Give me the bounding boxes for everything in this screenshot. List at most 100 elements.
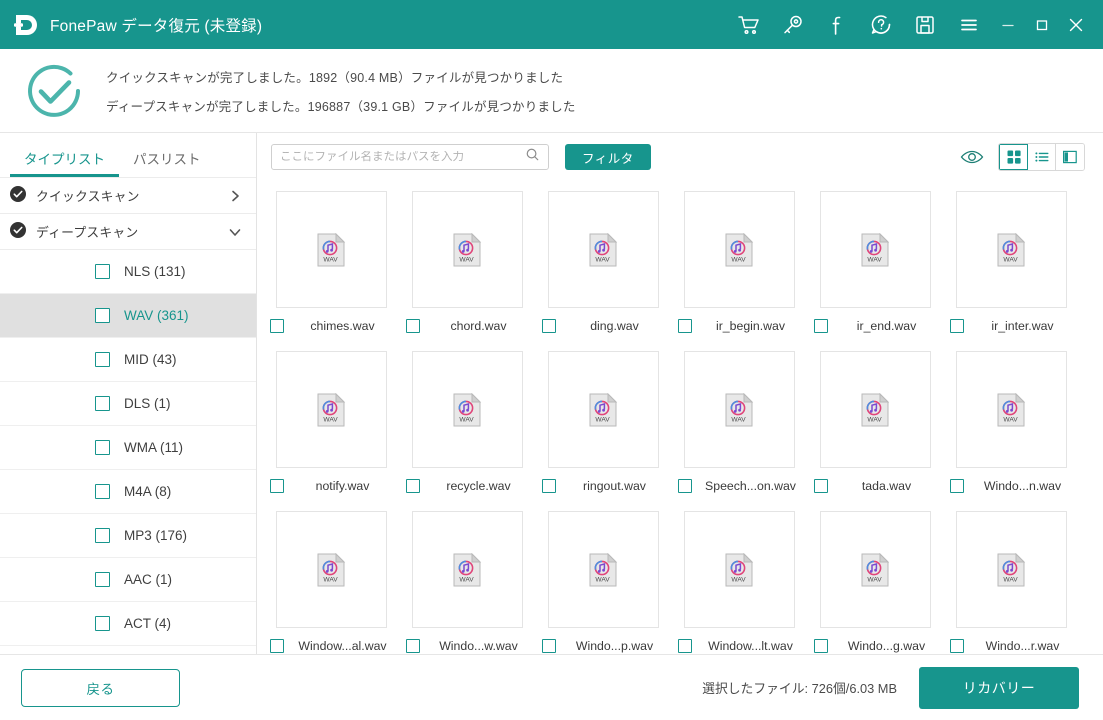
file-tile[interactable]: WAV Window...al.wav [263,505,399,654]
tab-path-list[interactable]: パスリスト [119,148,215,177]
cart-icon[interactable] [727,3,771,47]
file-checkbox[interactable] [542,479,556,493]
file-thumbnail[interactable]: WAV [955,351,1067,468]
file-tile[interactable]: WAV ringout.wav [535,345,671,505]
search-box[interactable] [271,144,549,170]
file-tile[interactable]: WAV Windo...g.wav [807,505,943,654]
file-checkbox[interactable] [406,639,420,653]
file-thumbnail[interactable]: WAV [819,351,931,468]
file-tile[interactable]: WAV chord.wav [399,185,535,345]
file-thumbnail[interactable]: WAV [819,191,931,308]
tab-type-list[interactable]: タイプリスト [10,148,119,177]
file-checkbox[interactable] [270,319,284,333]
sidebar-item-nls[interactable]: NLS (131) [0,250,256,294]
file-thumbnail[interactable]: WAV [275,351,387,468]
sidebar-item-deep-scan[interactable]: ディープスキャン [0,213,256,249]
sidebar-item-act[interactable]: ACT (4) [0,602,256,646]
detail-view-button[interactable] [1056,144,1084,170]
file-checkbox[interactable] [950,639,964,653]
file-checkbox[interactable] [270,479,284,493]
list-view-button[interactable] [1028,144,1056,170]
sidebar-item-dls[interactable]: DLS (1) [0,382,256,426]
maximize-button[interactable] [1025,3,1059,47]
grid-view-button[interactable] [999,144,1028,170]
file-thumbnail[interactable]: WAV [955,191,1067,308]
sidebar-item-m4a[interactable]: M4A (8) [0,470,256,514]
file-tile[interactable]: WAV Speech...on.wav [671,345,807,505]
chevron-down-icon[interactable] [228,225,242,239]
facebook-icon[interactable] [815,3,859,47]
checkbox[interactable] [95,572,110,587]
file-checkbox[interactable] [678,479,692,493]
checkbox[interactable] [95,352,110,367]
file-checkbox[interactable] [678,639,692,653]
file-name: chord.wav [450,319,507,333]
checkbox[interactable] [95,440,110,455]
file-thumbnail[interactable]: WAV [411,351,523,468]
sidebar-item-quick-scan[interactable]: クイックスキャン [0,177,256,213]
file-tile[interactable]: WAV chimes.wav [263,185,399,345]
file-checkbox[interactable] [814,639,828,653]
file-thumbnail[interactable]: WAV [683,351,795,468]
checkbox[interactable] [95,264,110,279]
recover-button[interactable]: リカバリー [919,666,1079,709]
file-tile[interactable]: WAV notify.wav [263,345,399,505]
file-tile[interactable]: WAV ir_end.wav [807,185,943,345]
file-tile[interactable]: WAV recycle.wav [399,345,535,505]
file-tile[interactable]: WAV Windo...w.wav [399,505,535,654]
menu-icon[interactable] [947,3,991,47]
file-tile[interactable]: WAV Windo...n.wav [943,345,1079,505]
file-tile[interactable]: WAV Windo...p.wav [535,505,671,654]
file-thumbnail[interactable]: WAV [683,511,795,628]
file-tile[interactable]: WAV Window...lt.wav [671,505,807,654]
sidebar-item-wma[interactable]: WMA (11) [0,426,256,470]
help-icon[interactable] [859,3,903,47]
file-tile[interactable]: WAV Windo...r.wav [943,505,1079,654]
file-thumbnail[interactable]: WAV [411,191,523,308]
checkbox[interactable] [95,528,110,543]
checkbox[interactable] [95,396,110,411]
minimize-button[interactable] [991,3,1025,47]
file-checkbox[interactable] [814,319,828,333]
search-input[interactable] [280,151,525,163]
back-button[interactable]: 戻る [21,668,180,707]
checkbox[interactable] [95,616,110,631]
file-checkbox[interactable] [950,479,964,493]
file-checkbox[interactable] [950,319,964,333]
chevron-right-icon[interactable] [228,189,242,203]
sidebar-item-mid[interactable]: MID (43) [0,338,256,382]
file-tile[interactable]: WAV ding.wav [535,185,671,345]
file-thumbnail[interactable]: WAV [275,191,387,308]
save-icon[interactable] [903,3,947,47]
filter-button[interactable]: フィルタ [565,144,651,170]
sidebar-item-mp3[interactable]: MP3 (176) [0,514,256,558]
file-thumbnail[interactable]: WAV [275,511,387,628]
checkbox[interactable] [95,484,110,499]
sidebar-item-aac[interactable]: AAC (1) [0,558,256,602]
file-thumbnail[interactable]: WAV [411,511,523,628]
file-checkbox[interactable] [406,479,420,493]
close-button[interactable] [1059,3,1093,47]
file-checkbox[interactable] [814,479,828,493]
key-icon[interactable] [771,3,815,47]
file-name: ir_inter.wav [991,319,1054,333]
file-checkbox[interactable] [270,639,284,653]
file-tile[interactable]: WAV tada.wav [807,345,943,505]
file-thumbnail[interactable]: WAV [547,191,659,308]
file-thumbnail[interactable]: WAV [955,511,1067,628]
eye-icon[interactable] [960,149,984,165]
file-thumbnail[interactable]: WAV [683,191,795,308]
file-checkbox[interactable] [406,319,420,333]
file-thumbnail[interactable]: WAV [819,511,931,628]
sidebar-item-wav[interactable]: WAV (361) [0,294,256,338]
file-thumbnail[interactable]: WAV [547,511,659,628]
file-thumbnail[interactable]: WAV [547,351,659,468]
file-grid-area[interactable]: WAV chimes.wav WAV chord.wav WAV ding.wa… [257,181,1103,654]
file-checkbox[interactable] [678,319,692,333]
file-checkbox[interactable] [542,319,556,333]
checkbox[interactable] [95,308,110,323]
file-tile[interactable]: WAV ir_begin.wav [671,185,807,345]
search-icon[interactable] [525,147,540,167]
file-tile[interactable]: WAV ir_inter.wav [943,185,1079,345]
file-checkbox[interactable] [542,639,556,653]
